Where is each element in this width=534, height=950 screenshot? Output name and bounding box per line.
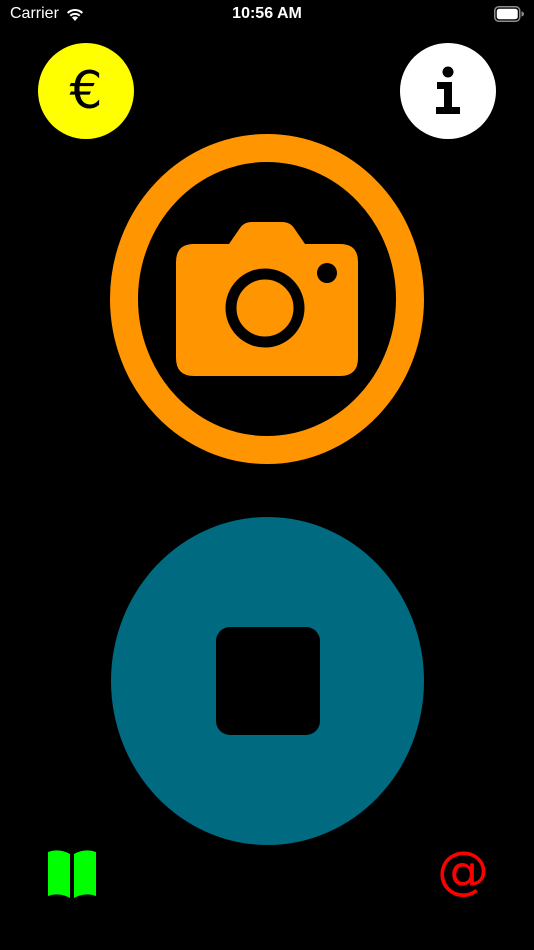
stop-button[interactable] [111, 517, 424, 845]
book-button[interactable] [44, 848, 100, 900]
stop-icon [215, 627, 320, 735]
status-time: 10:56 AM [232, 5, 302, 22]
info-icon [436, 66, 460, 114]
battery-icon [494, 6, 524, 22]
at-button[interactable]: @ [430, 838, 496, 904]
book-icon [48, 850, 96, 898]
euro-button[interactable]: € [38, 43, 134, 139]
info-button[interactable] [400, 43, 496, 139]
camera-icon [176, 222, 358, 376]
at-icon: @ [437, 841, 489, 901]
status-bar: Carrier 10:56 AM [0, 0, 534, 30]
camera-button[interactable] [110, 134, 424, 464]
euro-icon: € [69, 61, 103, 121]
